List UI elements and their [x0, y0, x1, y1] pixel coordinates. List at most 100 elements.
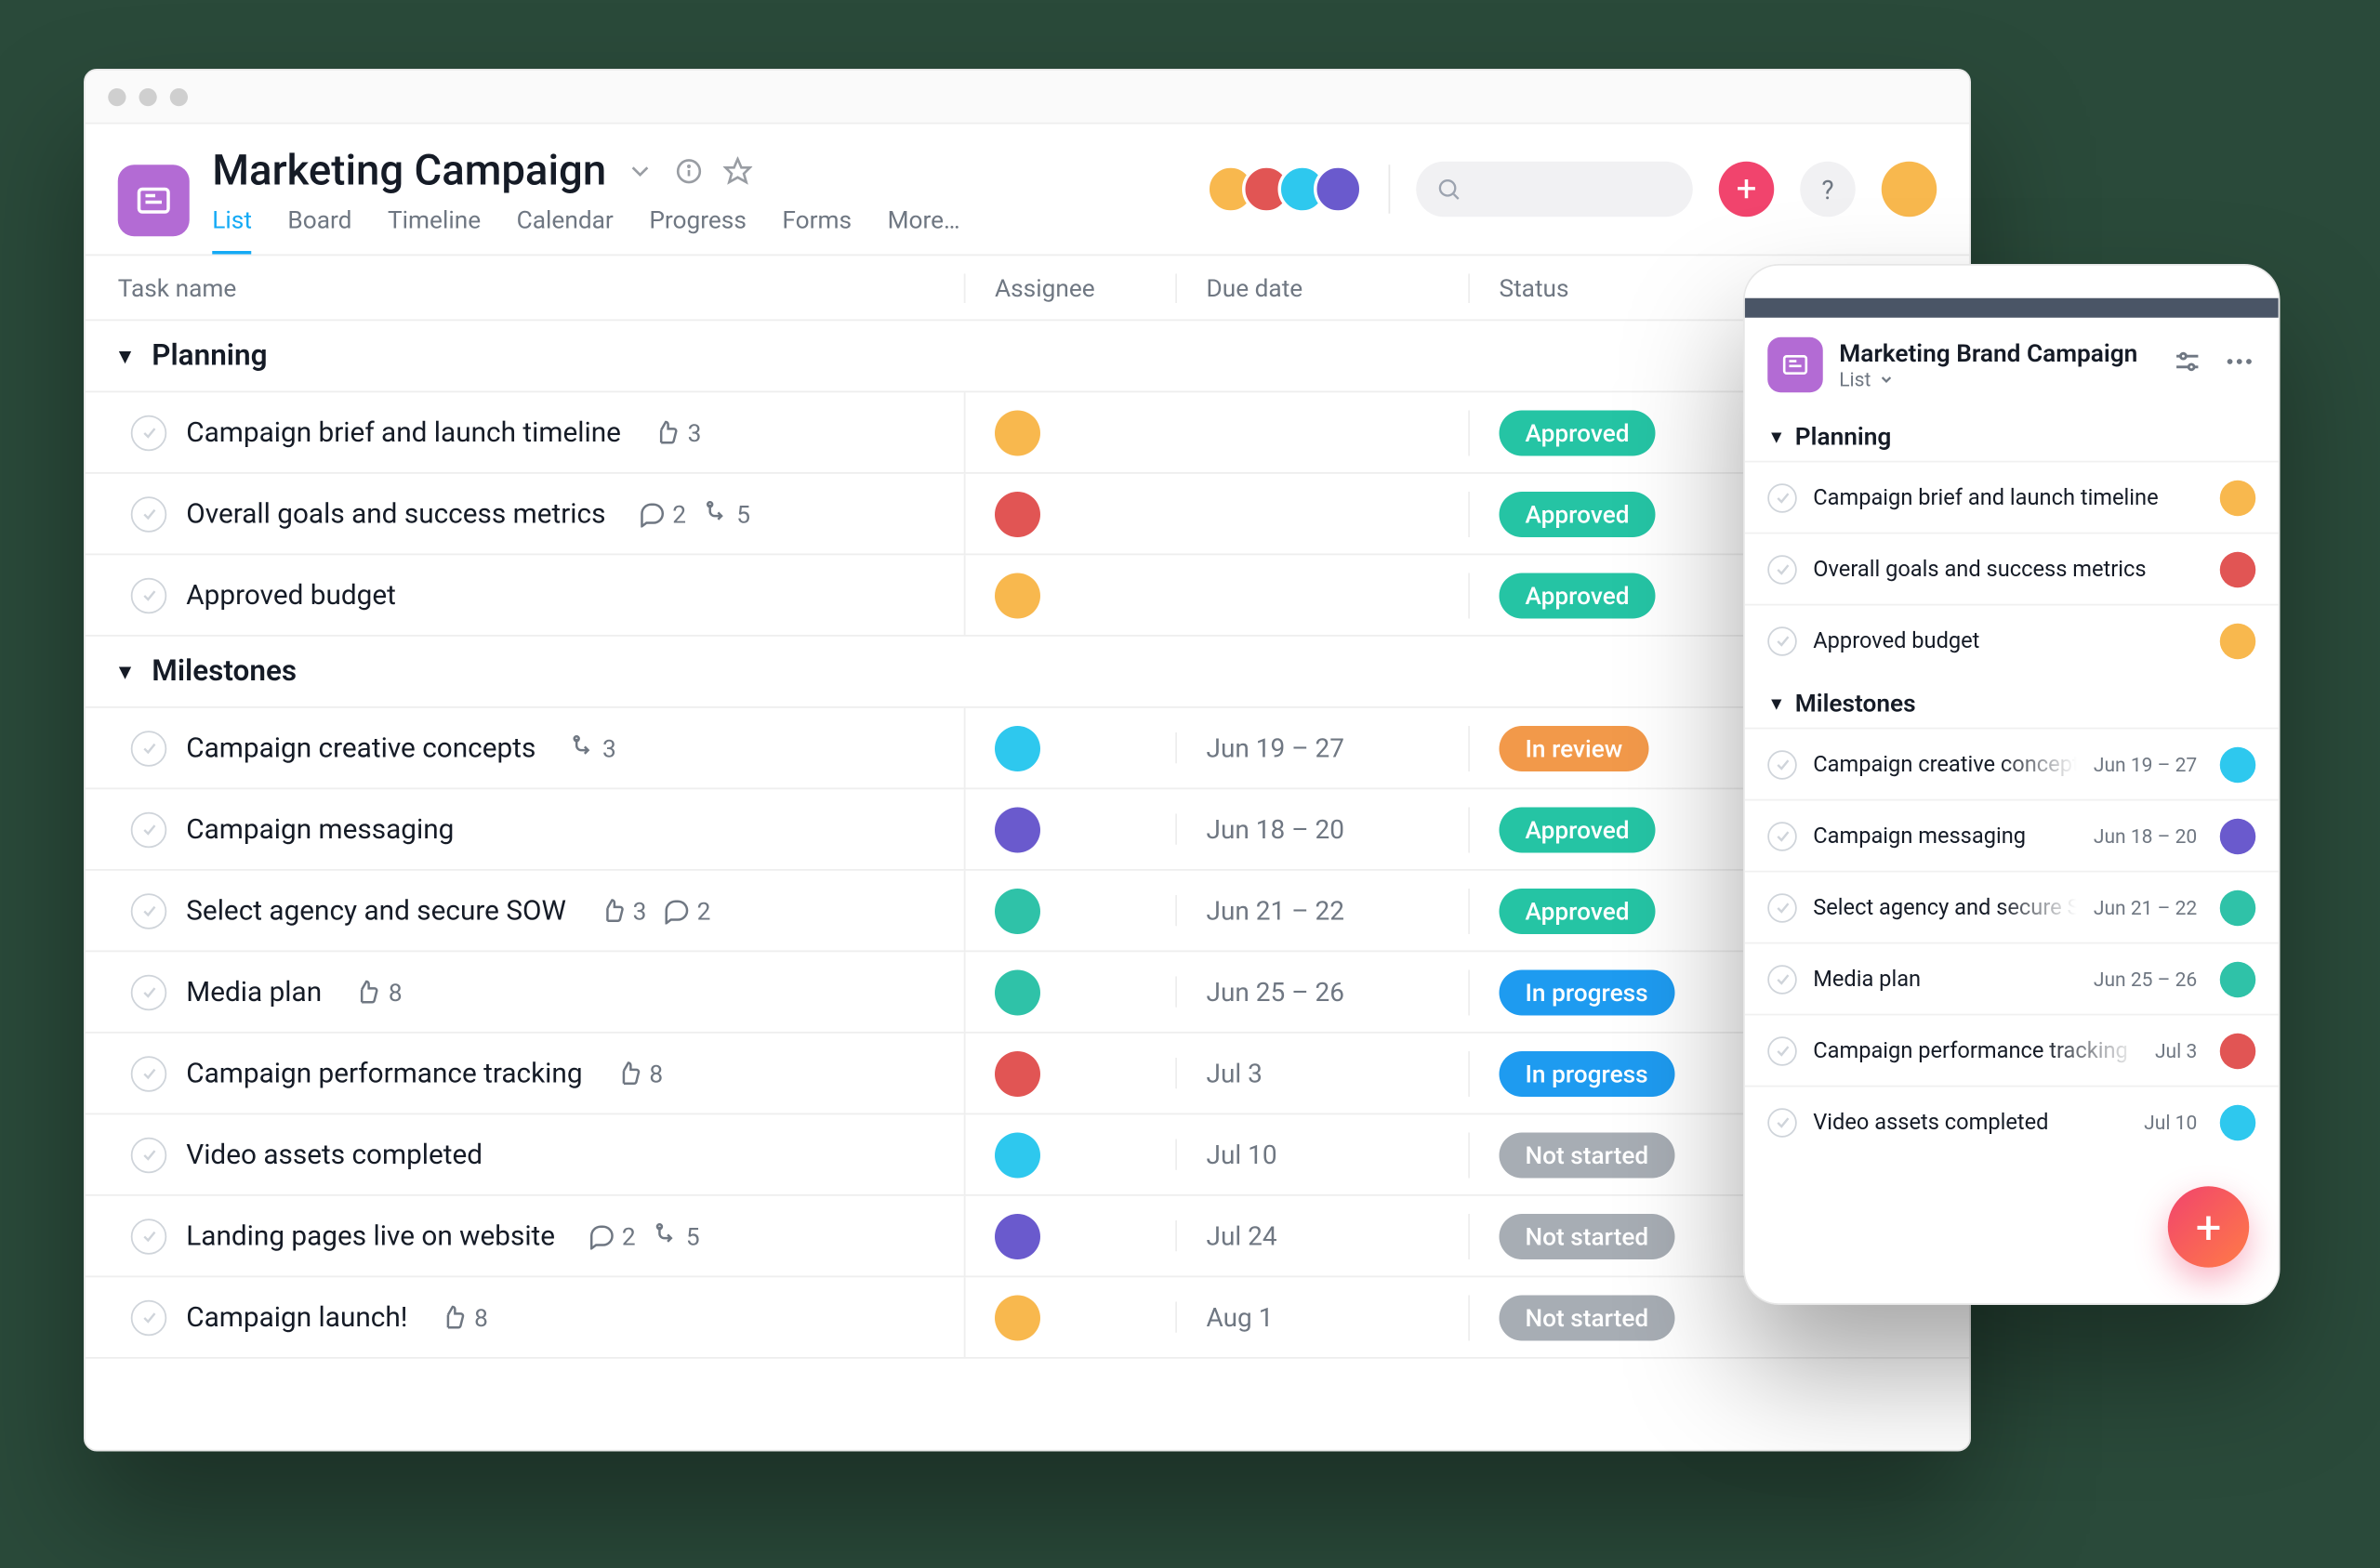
task-row[interactable]: Video assets completedJul 10Not started — [86, 1114, 1970, 1196]
assignee-avatar[interactable] — [2220, 960, 2256, 996]
complete-toggle[interactable] — [131, 1055, 167, 1091]
complete-toggle[interactable] — [1767, 482, 1797, 512]
status-pill[interactable]: Not started — [1500, 1294, 1675, 1339]
status-pill[interactable]: Approved — [1500, 806, 1656, 851]
task-row[interactable]: Campaign performance tracking 8Jul 3In p… — [86, 1033, 1970, 1114]
task-row[interactable]: Overall goals and success metrics 2 5App… — [86, 473, 1970, 555]
complete-toggle[interactable] — [1767, 892, 1797, 922]
assignee-avatar[interactable] — [995, 725, 1040, 771]
mobile-task-row[interactable]: Select agency and secure SOWJun 21 – 22 — [1745, 870, 2279, 942]
complete-toggle[interactable] — [131, 892, 167, 929]
mobile-task-row[interactable]: Video assets completedJul 10 — [1745, 1085, 2279, 1156]
tab-list[interactable]: List — [212, 205, 252, 255]
assignee-avatar[interactable] — [995, 806, 1040, 851]
complete-toggle[interactable] — [1767, 964, 1797, 994]
member-avatar[interactable] — [1314, 165, 1363, 214]
assignee-avatar[interactable] — [995, 491, 1040, 536]
project-members[interactable] — [1207, 165, 1363, 214]
complete-toggle[interactable] — [1767, 1035, 1797, 1065]
complete-toggle[interactable] — [131, 973, 167, 1009]
task-row[interactable]: Campaign brief and launch timeline 3Appr… — [86, 392, 1970, 474]
assignee-avatar[interactable] — [995, 968, 1040, 1014]
complete-toggle[interactable] — [131, 576, 167, 613]
task-row[interactable]: Approved budgetApproved — [86, 555, 1970, 637]
mobile-task-row[interactable]: Approved budget — [1745, 603, 2279, 675]
mobile-project-title[interactable]: Marketing Brand Campaign — [1839, 338, 2155, 368]
status-pill[interactable]: Not started — [1500, 1131, 1675, 1177]
status-pill[interactable]: Approved — [1500, 491, 1656, 536]
tab-timeline[interactable]: Timeline — [388, 205, 481, 255]
due-date[interactable]: Jul 24 — [1175, 1220, 1468, 1251]
more-icon[interactable] — [2223, 345, 2255, 384]
task-row[interactable]: Campaign launch! 8Aug 1Not started — [86, 1277, 1970, 1359]
mobile-task-row[interactable]: Campaign creative conceptsJun 19 – 27 — [1745, 727, 2279, 798]
star-icon[interactable] — [723, 156, 753, 186]
mobile-section-header[interactable]: ▼Milestones — [1745, 675, 2279, 727]
complete-toggle[interactable] — [131, 495, 167, 532]
task-row[interactable]: Campaign creative concepts 3Jun 19 – 27I… — [86, 707, 1970, 789]
current-user-avatar[interactable] — [1882, 161, 1937, 217]
due-date[interactable]: Jun 18 – 20 — [1175, 813, 1468, 844]
window-zoom-icon[interactable] — [170, 87, 188, 105]
status-pill[interactable]: Approved — [1500, 572, 1656, 617]
assignee-avatar[interactable] — [995, 572, 1040, 617]
assignee-avatar[interactable] — [2220, 479, 2256, 515]
column-due[interactable]: Due date — [1175, 272, 1468, 302]
status-pill[interactable]: In progress — [1500, 1050, 1674, 1096]
assignee-avatar[interactable] — [2220, 1103, 2256, 1140]
window-minimize-icon[interactable] — [139, 87, 157, 105]
info-icon[interactable] — [675, 156, 705, 186]
due-date[interactable]: Jul 3 — [1175, 1058, 1468, 1088]
complete-toggle[interactable] — [1767, 554, 1797, 584]
tab-board[interactable]: Board — [287, 205, 351, 255]
complete-toggle[interactable] — [131, 1136, 167, 1172]
mobile-add-button[interactable]: + — [2168, 1186, 2250, 1268]
complete-toggle[interactable] — [131, 1298, 167, 1335]
column-task[interactable]: Task name — [86, 272, 964, 302]
complete-toggle[interactable] — [1767, 821, 1797, 850]
help-button[interactable]: ? — [1800, 161, 1856, 217]
mobile-view-selector[interactable]: List — [1839, 368, 2155, 391]
status-pill[interactable]: Approved — [1500, 409, 1656, 455]
search-input[interactable] — [1416, 161, 1693, 217]
tab-forms[interactable]: Forms — [782, 205, 852, 255]
assignee-avatar[interactable] — [995, 409, 1040, 455]
chevron-down-icon[interactable] — [626, 156, 655, 186]
due-date[interactable]: Aug 1 — [1175, 1301, 1468, 1332]
column-assignee[interactable]: Assignee — [964, 272, 1176, 302]
window-close-icon[interactable] — [108, 87, 126, 105]
tab-calendar[interactable]: Calendar — [517, 205, 614, 255]
assignee-avatar[interactable] — [995, 1131, 1040, 1177]
task-row[interactable]: Landing pages live on website 2 5Jul 24N… — [86, 1195, 1970, 1277]
assignee-avatar[interactable] — [995, 888, 1040, 933]
task-row[interactable]: Campaign messagingJun 18 – 20Approved — [86, 789, 1970, 871]
assignee-avatar[interactable] — [2220, 550, 2256, 586]
complete-toggle[interactable] — [1767, 626, 1797, 655]
mobile-section-header[interactable]: ▼Planning — [1745, 408, 2279, 460]
add-button[interactable]: + — [1719, 161, 1775, 217]
due-date[interactable]: Jun 19 – 27 — [1175, 732, 1468, 763]
status-pill[interactable]: In progress — [1500, 968, 1674, 1014]
task-row[interactable]: Media plan 8Jun 25 – 26In progress — [86, 952, 1970, 1034]
status-pill[interactable]: In review — [1500, 725, 1649, 771]
assignee-avatar[interactable] — [995, 1050, 1040, 1096]
complete-toggle[interactable] — [131, 414, 167, 450]
due-date[interactable]: Jul 10 — [1175, 1139, 1468, 1169]
complete-toggle[interactable] — [1767, 1107, 1797, 1137]
filter-icon[interactable] — [2171, 345, 2203, 384]
due-date[interactable]: Jun 25 – 26 — [1175, 976, 1468, 1007]
status-pill[interactable]: Not started — [1500, 1213, 1675, 1258]
mobile-task-row[interactable]: Campaign brief and launch timeline — [1745, 460, 2279, 532]
assignee-avatar[interactable] — [2220, 745, 2256, 782]
complete-toggle[interactable] — [131, 730, 167, 766]
complete-toggle[interactable] — [1767, 749, 1797, 779]
assignee-avatar[interactable] — [2220, 1032, 2256, 1068]
due-date[interactable]: Jun 21 – 22 — [1175, 895, 1468, 926]
section-header[interactable]: ▼Planning — [86, 321, 1970, 392]
mobile-task-row[interactable]: Campaign messagingJun 18 – 20 — [1745, 798, 2279, 870]
tab-more[interactable]: More… — [888, 205, 960, 255]
assignee-avatar[interactable] — [995, 1294, 1040, 1339]
mobile-task-row[interactable]: Campaign performance trackingJul 3 — [1745, 1013, 2279, 1085]
assignee-avatar[interactable] — [2220, 622, 2256, 658]
section-header[interactable]: ▼Milestones — [86, 636, 1970, 707]
